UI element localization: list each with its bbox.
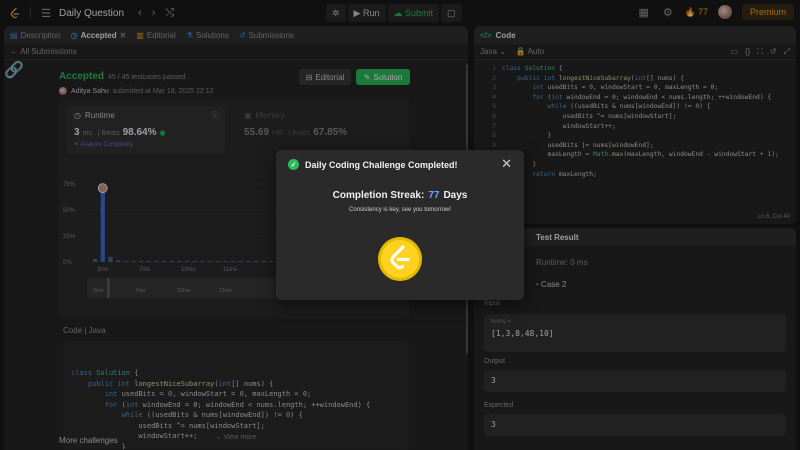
close-icon[interactable]: ✕ [501, 156, 512, 172]
streak-prefix: Completion Streak: [332, 190, 425, 201]
leetcode-coin-icon [378, 237, 422, 281]
streak-suffix: Days [443, 190, 468, 201]
modal-title: ✓ Daily Coding Challenge Completed! [288, 159, 458, 170]
modal-title-text: Daily Coding Challenge Completed! [305, 159, 458, 170]
streak-value: 77 [428, 190, 440, 201]
check-circle-icon: ✓ [288, 159, 299, 170]
challenge-complete-modal: ✓ Daily Coding Challenge Completed! ✕ Co… [276, 150, 524, 300]
app: ☰ Daily Question ‹ › ⤭ ✲ ▶ Run ☁ Submit … [0, 0, 800, 450]
modal-message: Consistency is key, see you tomorrow! [349, 207, 451, 213]
completion-streak: Completion Streak: 77 Days [276, 190, 524, 201]
